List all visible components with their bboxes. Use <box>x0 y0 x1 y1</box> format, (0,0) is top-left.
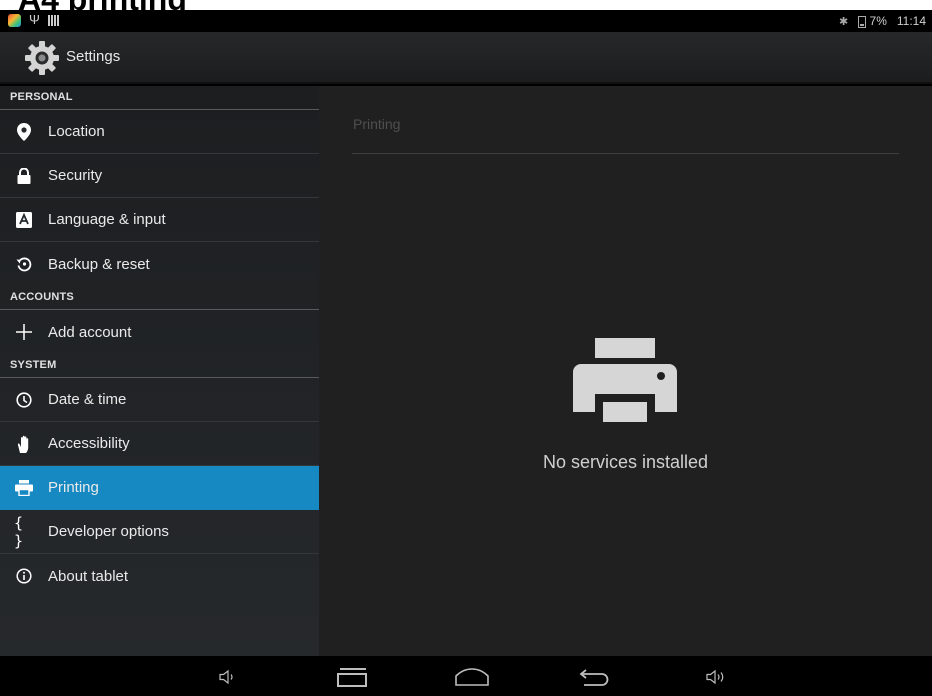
info-icon <box>14 566 34 586</box>
sidebar-item-label: Accessibility <box>48 435 130 452</box>
panel-divider <box>352 153 899 154</box>
status-bar: Ψ ✱ 7% 11:14 <box>0 10 932 32</box>
settings-sidebar: PERSONAL Location Security Language & in… <box>0 86 319 656</box>
status-system: ✱ 7% 11:14 <box>839 14 926 28</box>
battery-percent: 7% <box>869 14 887 28</box>
keyboard-a-icon <box>14 210 34 230</box>
braces-icon: { } <box>14 513 24 550</box>
battery-icon <box>858 15 867 28</box>
sidebar-item-label: Language & input <box>48 211 166 228</box>
restore-icon <box>14 254 34 274</box>
empty-state-message: No services installed <box>542 452 709 472</box>
volume-down-icon[interactable] <box>216 666 240 688</box>
sidebar-item-date-time[interactable]: Date & time <box>0 378 319 422</box>
volume-up-icon[interactable] <box>704 666 730 688</box>
clock-time: 11:14 <box>896 14 926 28</box>
plus-icon <box>14 322 34 342</box>
section-header-accounts: ACCOUNTS <box>0 286 319 310</box>
action-bar: Settings <box>0 32 932 84</box>
sidebar-item-add-account[interactable]: Add account <box>0 310 319 354</box>
home-icon[interactable] <box>454 666 490 688</box>
section-header-personal: PERSONAL <box>0 86 319 110</box>
location-pin-icon <box>14 122 34 142</box>
navigation-bar <box>0 656 932 696</box>
action-bar-title: Settings <box>66 48 121 65</box>
sidebar-item-label: Security <box>48 167 103 184</box>
section-header-system: SYSTEM <box>0 354 319 378</box>
clock-icon <box>14 390 34 410</box>
printing-panel: Printing No services installed <box>319 86 932 656</box>
battery-indicator: 7% <box>858 14 887 28</box>
tablet-screen: Ψ ✱ 7% 11:14 Settings PERSONAL Location … <box>0 10 932 696</box>
hand-icon <box>14 434 34 454</box>
status-notifications: Ψ <box>8 13 59 27</box>
sidebar-item-label: Developer options <box>48 523 169 540</box>
sidebar-item-label: About tablet <box>48 567 129 585</box>
sidebar-item-developer-options[interactable]: { } Developer options <box>0 510 319 554</box>
sidebar-item-label: Location <box>48 123 105 140</box>
sidebar-item-label: Backup & reset <box>48 255 150 273</box>
back-icon[interactable] <box>578 666 610 688</box>
bluetooth-icon: ✱ <box>838 15 849 28</box>
panel-title: Printing <box>353 116 401 132</box>
sidebar-item-backup-reset[interactable]: Backup & reset <box>0 242 319 286</box>
sidebar-item-about-tablet[interactable]: About tablet <box>0 554 319 598</box>
app-notification-icon <box>8 13 21 27</box>
sidebar-item-accessibility[interactable]: Accessibility <box>0 422 319 466</box>
gear-icon[interactable] <box>24 40 60 76</box>
sidebar-item-label: Date & time <box>48 391 127 408</box>
printer-icon <box>573 338 677 422</box>
sidebar-item-label: Add account <box>48 323 132 341</box>
usb-icon: Ψ <box>29 12 40 27</box>
barcode-icon <box>47 14 59 26</box>
sidebar-item-label: Printing <box>48 479 99 496</box>
recent-apps-icon[interactable] <box>336 666 370 688</box>
printer-icon <box>14 478 34 498</box>
sidebar-item-security[interactable]: Security <box>0 154 319 198</box>
lock-icon <box>14 166 34 186</box>
sidebar-item-location[interactable]: Location <box>0 110 319 154</box>
sidebar-item-printing[interactable]: Printing <box>0 466 319 510</box>
sidebar-item-language-input[interactable]: Language & input <box>0 198 319 242</box>
